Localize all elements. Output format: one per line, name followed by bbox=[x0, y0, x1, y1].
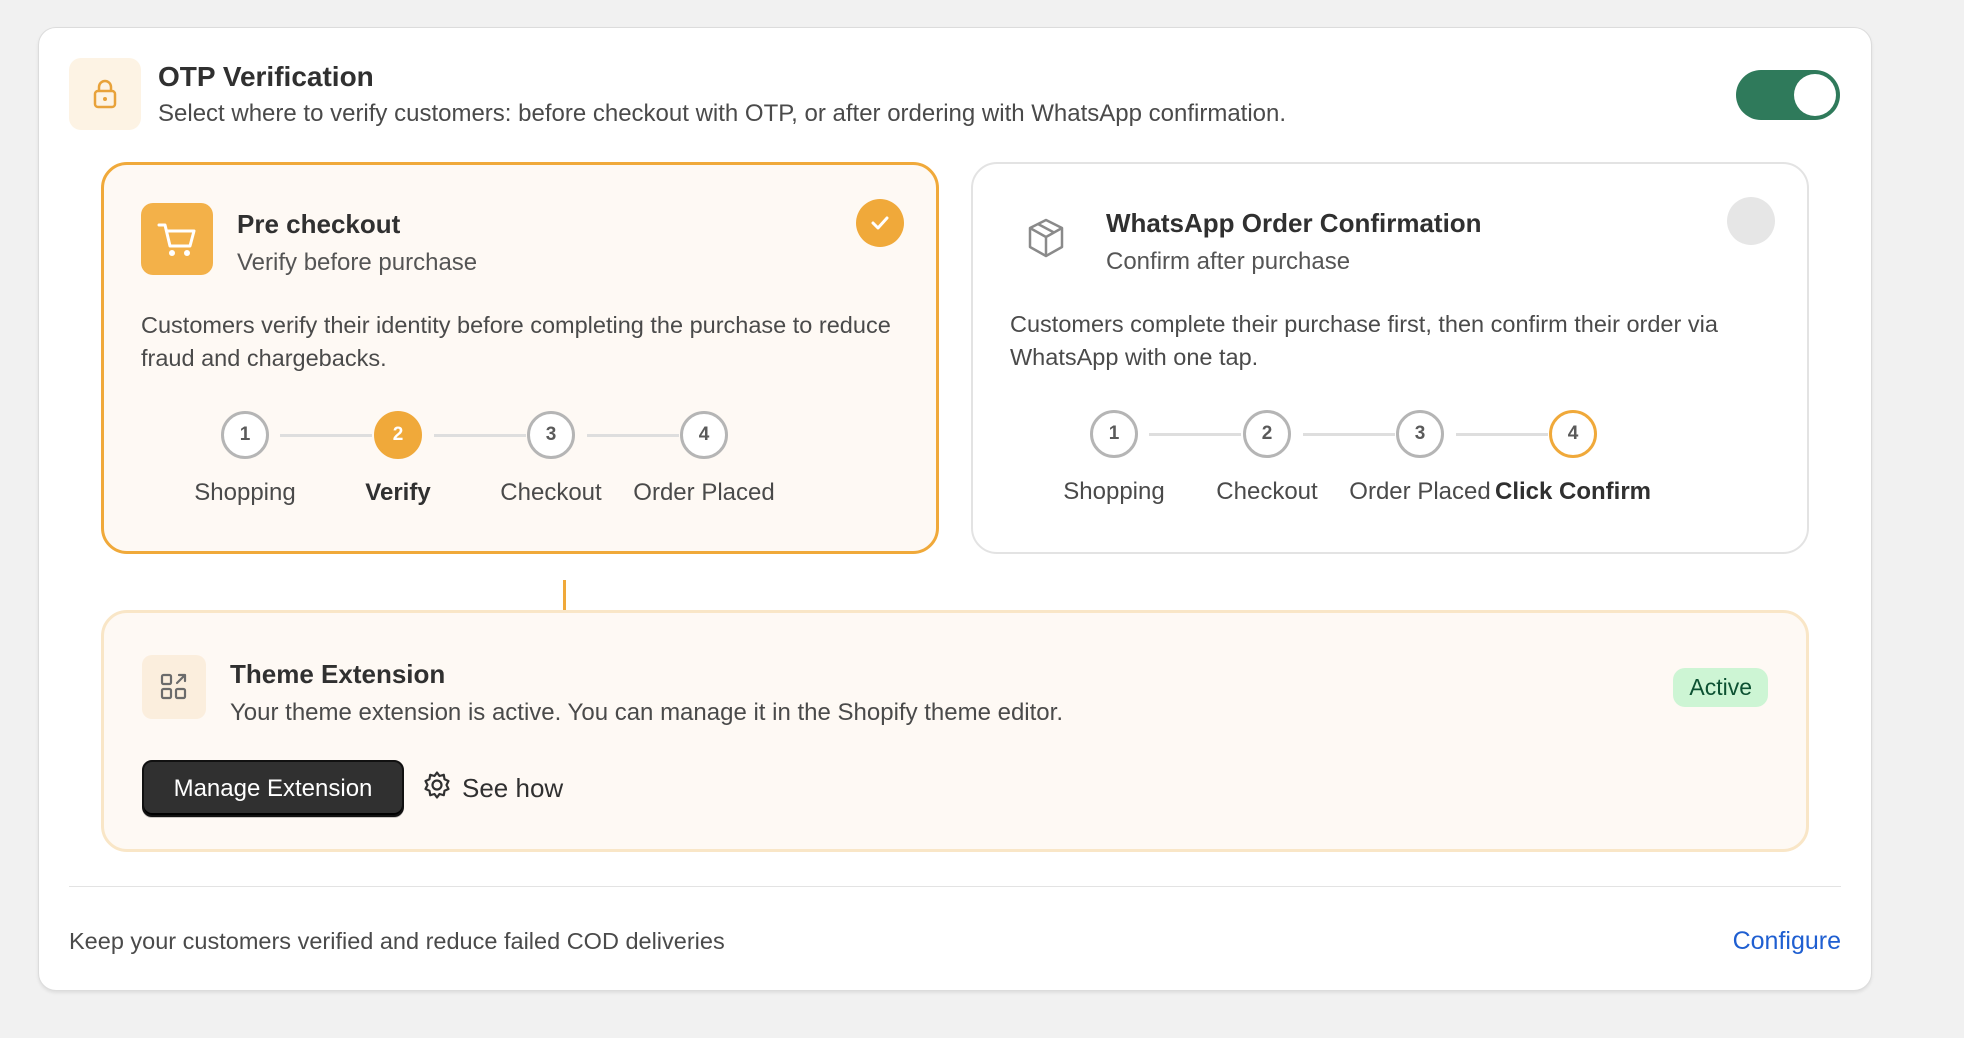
step-number: 2 bbox=[1243, 410, 1291, 458]
divider bbox=[69, 886, 1841, 887]
selected-check-icon bbox=[856, 199, 904, 247]
lock-icon bbox=[69, 58, 141, 130]
step-number: 2 bbox=[374, 411, 422, 459]
step-click-confirm: 4 Click Confirm bbox=[1473, 410, 1673, 506]
configure-link[interactable]: Configure bbox=[1733, 927, 1841, 956]
step-number: 1 bbox=[221, 411, 269, 459]
radio-unselected-icon bbox=[1727, 197, 1775, 245]
apps-icon bbox=[142, 655, 206, 719]
see-how-button[interactable]: See how bbox=[422, 760, 563, 817]
toggle-knob bbox=[1794, 74, 1836, 116]
otp-enabled-toggle[interactable] bbox=[1736, 70, 1840, 120]
option-description: Customers complete their purchase first,… bbox=[1010, 311, 1718, 370]
step-number: 3 bbox=[527, 411, 575, 459]
flow-steps: 1 Shopping 2 Checkout 3 Order Placed 4 C… bbox=[973, 410, 1807, 510]
manage-extension-button[interactable]: Manage Extension bbox=[142, 760, 404, 817]
see-how-label: See how bbox=[462, 773, 564, 803]
extension-title: Theme Extension bbox=[230, 659, 446, 689]
theme-extension-panel: Theme Extension Your theme extension is … bbox=[101, 610, 1809, 852]
option-pre-checkout[interactable]: Pre checkout Verify before purchase Cust… bbox=[101, 162, 939, 554]
gear-icon bbox=[422, 770, 452, 807]
step-number: 3 bbox=[1396, 410, 1444, 458]
option-title: Pre checkout bbox=[237, 209, 401, 239]
status-badge: Active bbox=[1673, 668, 1768, 707]
flow-steps: 1 Shopping 2 Verify 3 Checkout 4 Order P… bbox=[104, 411, 936, 511]
card-description: Select where to verify customers: before… bbox=[158, 100, 1287, 127]
step-order-placed: 4 Order Placed bbox=[604, 411, 804, 507]
footer-text: Keep your customers verified and reduce … bbox=[69, 928, 725, 954]
step-label: Order Placed bbox=[633, 479, 775, 506]
step-number: 4 bbox=[680, 411, 728, 459]
option-description: Customers verify their identity before c… bbox=[141, 312, 891, 371]
package-icon bbox=[1010, 202, 1082, 274]
option-title: WhatsApp Order Confirmation bbox=[1106, 208, 1482, 238]
step-number: 1 bbox=[1090, 410, 1138, 458]
card-title: OTP Verification bbox=[158, 61, 374, 92]
step-number: 4 bbox=[1549, 410, 1597, 458]
step-label: Click Confirm bbox=[1494, 478, 1652, 505]
option-subtitle: Confirm after purchase bbox=[1106, 248, 1351, 275]
otp-verification-card: OTP Verification Select where to verify … bbox=[38, 27, 1872, 991]
extension-description: Your theme extension is active. You can … bbox=[230, 699, 1063, 726]
option-subtitle: Verify before purchase bbox=[237, 249, 478, 276]
cart-icon bbox=[141, 203, 213, 275]
option-whatsapp-confirmation[interactable]: WhatsApp Order Confirmation Confirm afte… bbox=[971, 162, 1809, 554]
